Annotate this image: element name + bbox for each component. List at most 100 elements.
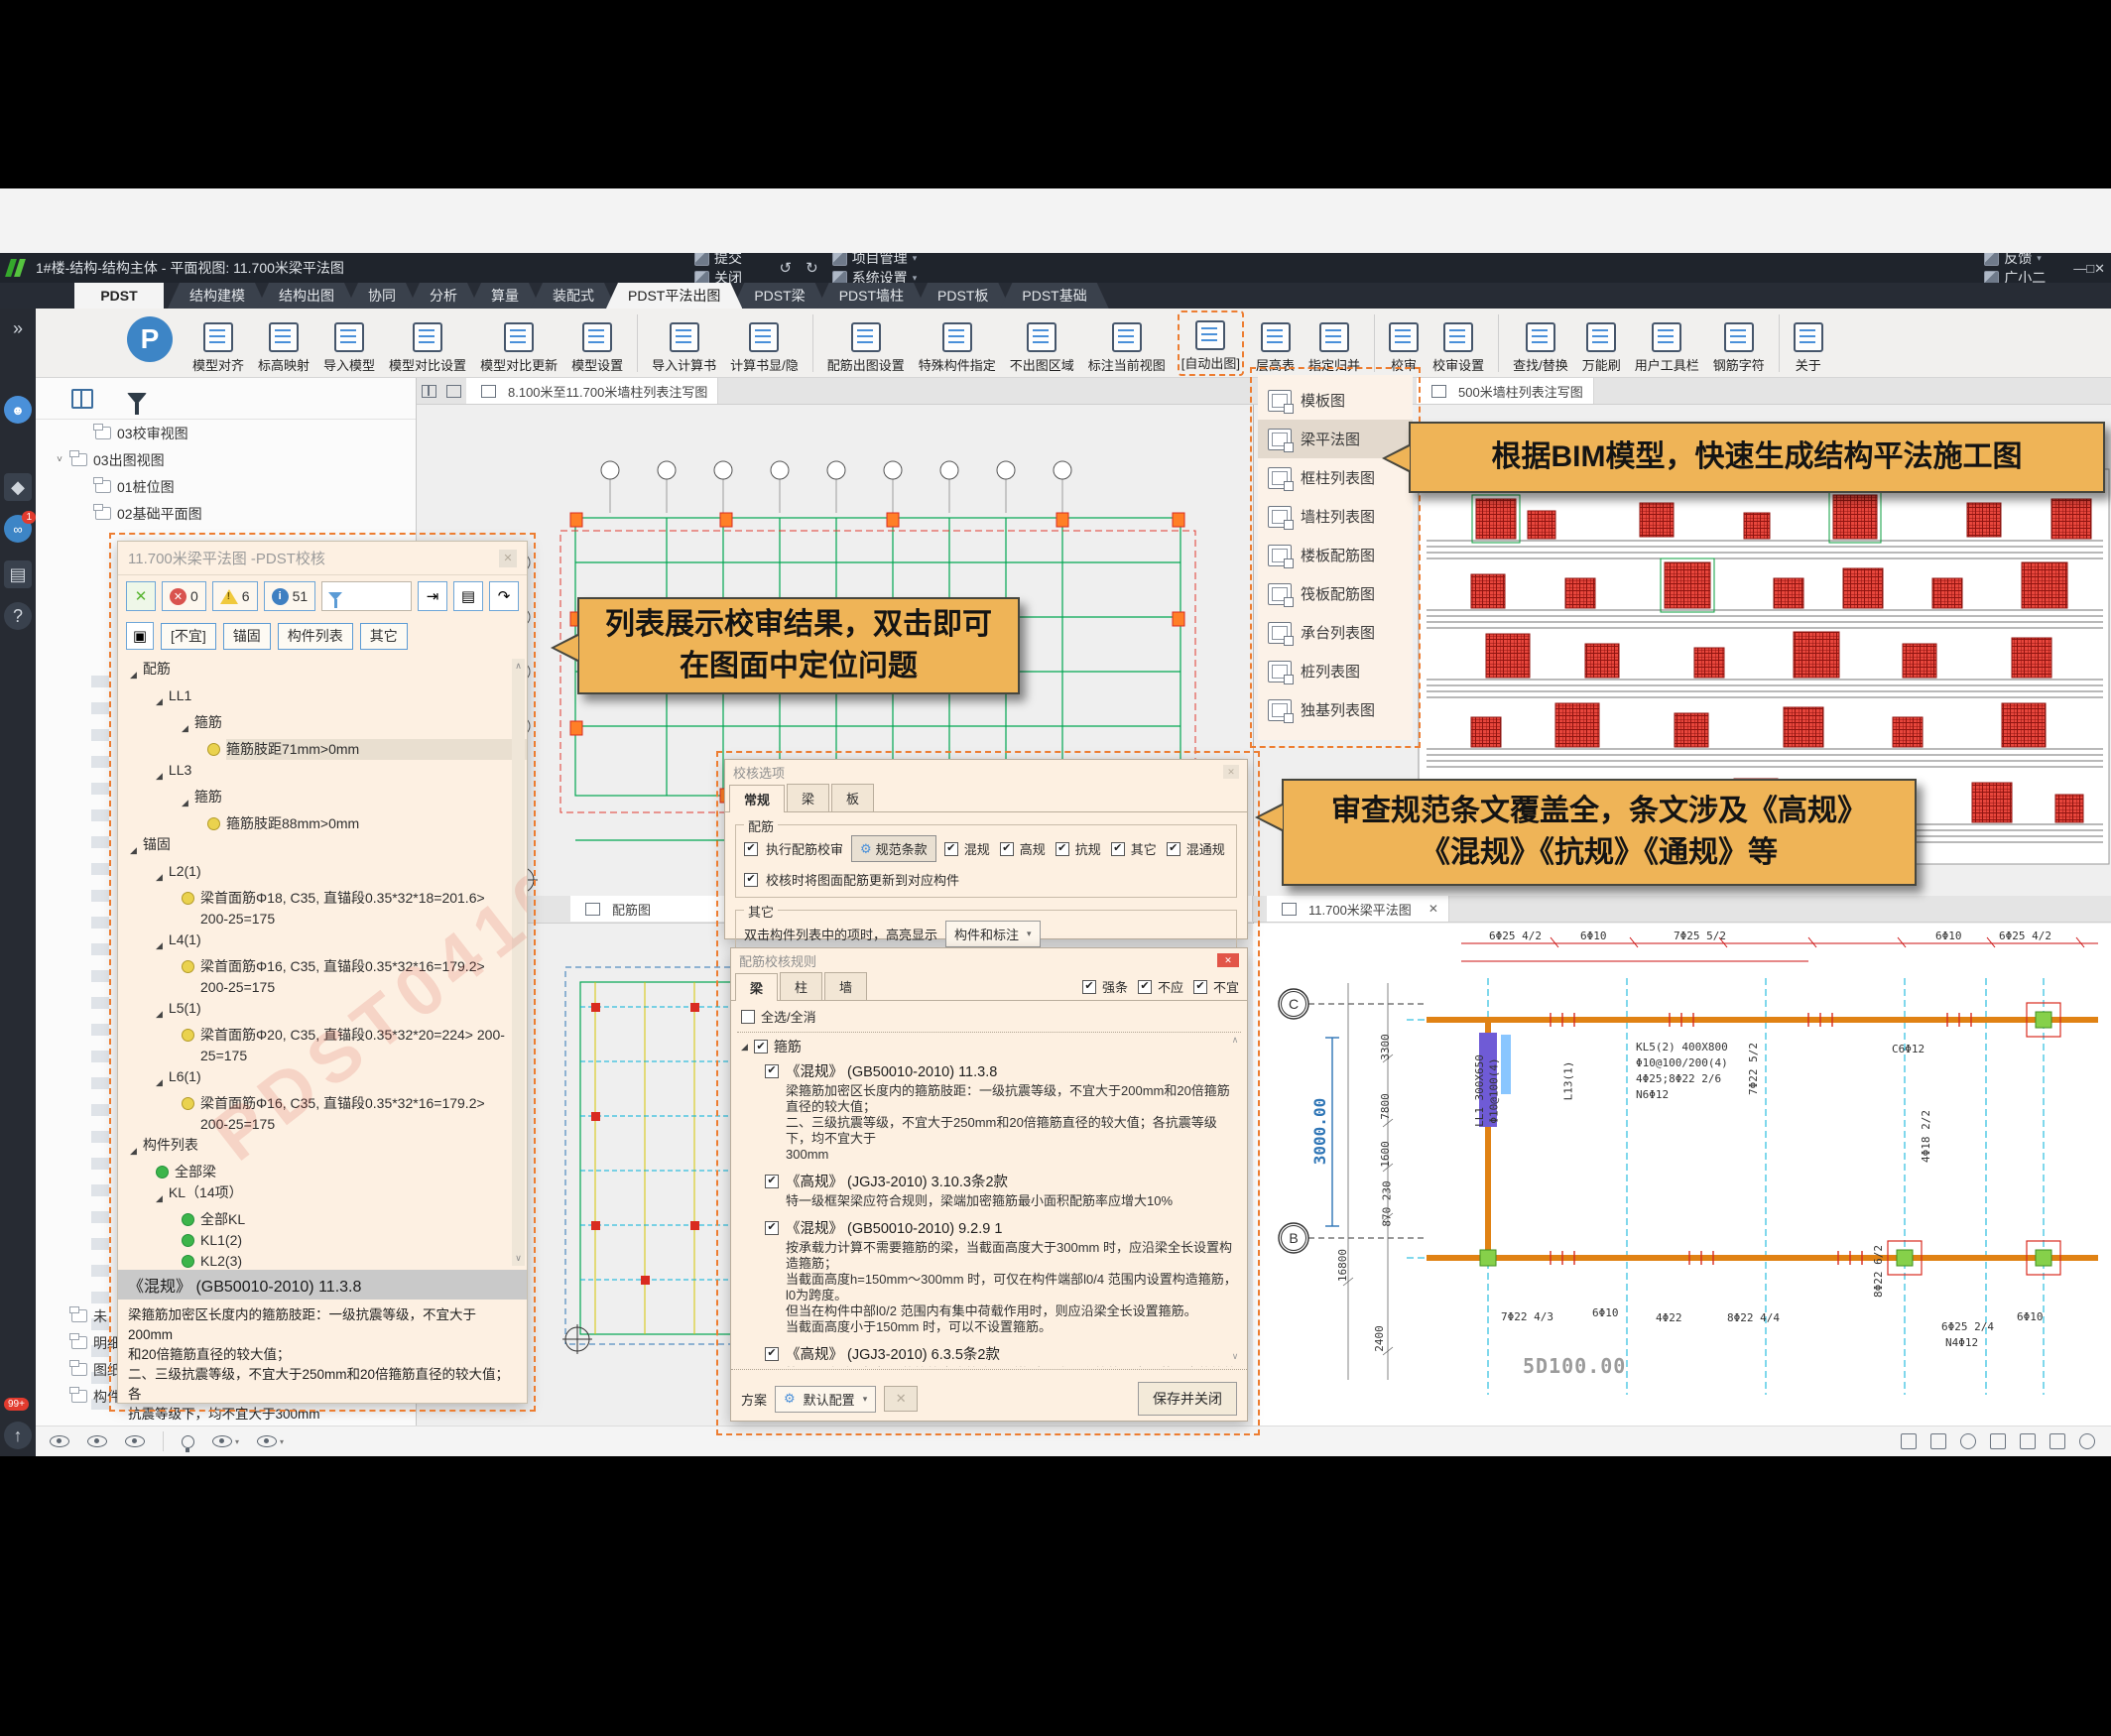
right-view-tab[interactable]: 500米墙柱列表注写图 bbox=[1417, 378, 1594, 404]
check-result-item[interactable]: KL2(3) bbox=[118, 1251, 527, 1270]
ribbon-tab[interactable]: PDST基础 bbox=[1000, 283, 1108, 309]
check-result-item[interactable]: L6(1) bbox=[118, 1066, 527, 1093]
rule-scrollbar[interactable]: ∧∨ bbox=[1229, 1035, 1241, 1362]
ribbon-button[interactable] bbox=[637, 314, 638, 372]
link-tool-icon[interactable] bbox=[1901, 1433, 1917, 1449]
temporary-isolate-icon[interactable] bbox=[182, 1435, 194, 1448]
check-result-item[interactable]: 梁首面筋Φ16, C35, 直锚段0.35*32*16=179.2> 200-2… bbox=[118, 1093, 527, 1135]
ribbon-button[interactable]: 模型对齐 bbox=[190, 310, 246, 376]
hide-element-icon[interactable] bbox=[50, 1435, 69, 1447]
dialog-tab[interactable]: 梁 bbox=[787, 784, 829, 811]
code-checkbox[interactable]: 高规 bbox=[1000, 839, 1046, 858]
ribbon-button[interactable]: 标高映射 bbox=[256, 310, 311, 376]
rule-item[interactable]: 《高规》 (JGJ3-2010) 3.10.3条2款 特一级框架梁应符合规则，梁… bbox=[765, 1171, 1237, 1209]
code-checkbox[interactable]: 抗规 bbox=[1056, 839, 1101, 858]
check-result-item[interactable]: 全部梁 bbox=[118, 1162, 527, 1182]
dialog-tab[interactable]: 常规 bbox=[729, 785, 785, 812]
ribbon-tab[interactable]: 装配式 bbox=[531, 283, 616, 309]
error-count-button[interactable]: ✕0 bbox=[162, 581, 206, 611]
check-result-item[interactable]: 锚固 bbox=[118, 834, 527, 861]
filter-icon[interactable] bbox=[127, 393, 147, 405]
rule-checkbox[interactable] bbox=[765, 1221, 779, 1235]
drawing-type-item[interactable]: 楼板配筋图 bbox=[1258, 536, 1413, 574]
ribbon-tab[interactable]: 算量 bbox=[469, 283, 541, 309]
check-result-item[interactable]: L2(1) bbox=[118, 861, 527, 888]
ribbon-button[interactable]: 校审 bbox=[1387, 310, 1421, 376]
check-result-item[interactable]: 梁首面筋Φ16, C35, 直锚段0.35*32*16=179.2> 200-2… bbox=[118, 956, 527, 998]
ribbon-button[interactable]: 关于 bbox=[1792, 310, 1825, 376]
drawing-type-item[interactable]: 筏板配筋图 bbox=[1258, 574, 1413, 613]
drawing-type-item[interactable]: 模板图 bbox=[1258, 381, 1413, 420]
ribbon-button[interactable]: [自动出图] bbox=[1178, 310, 1244, 376]
titlebar-menu-button[interactable]: 项目管理▾ bbox=[832, 253, 918, 268]
clear-results-button[interactable]: ✕ bbox=[126, 581, 156, 611]
ribbon-button[interactable]: 查找/替换 bbox=[1511, 310, 1570, 376]
ribbon-button[interactable]: 标注当前视图 bbox=[1086, 310, 1168, 376]
filter-chip[interactable]: 其它 bbox=[360, 623, 408, 650]
tab-pdst[interactable]: PDST bbox=[74, 283, 164, 309]
check-result-item[interactable]: L4(1) bbox=[118, 930, 527, 956]
chain-tool-icon[interactable] bbox=[1960, 1433, 1976, 1449]
save-close-button[interactable]: 保存并关闭 bbox=[1138, 1382, 1237, 1416]
check-result-item[interactable]: LL3 bbox=[118, 760, 527, 787]
display-settings-dropdown[interactable]: ▾ bbox=[257, 1435, 284, 1447]
check-result-item[interactable]: 构件列表 bbox=[118, 1135, 527, 1162]
check-result-item[interactable]: 箍筋肢距88mm>0mm bbox=[118, 813, 527, 834]
document-icon[interactable]: ▤ bbox=[4, 560, 32, 588]
ribbon-button[interactable]: 计算书显/隐 bbox=[728, 310, 801, 376]
display-mode-dropdown[interactable]: ▾ bbox=[212, 1435, 239, 1447]
dialog-tab[interactable]: 板 bbox=[831, 784, 874, 811]
model-cube-icon[interactable]: ◆ bbox=[4, 473, 32, 501]
window-control-button[interactable]: ✕ bbox=[2094, 261, 2105, 276]
filter-chip[interactable]: [不宜] bbox=[161, 623, 216, 650]
crop-tool-icon[interactable] bbox=[2020, 1433, 2036, 1449]
rule-group[interactable]: ◢箍筋 bbox=[741, 1037, 1237, 1056]
ribbon-tab[interactable]: PDST板 bbox=[916, 283, 1010, 309]
columns-icon[interactable] bbox=[71, 389, 93, 409]
window-control-button[interactable]: □ bbox=[2086, 261, 2094, 276]
grid-tool-icon[interactable] bbox=[1930, 1433, 1946, 1449]
ribbon-tab[interactable]: 结构建模 bbox=[168, 283, 267, 309]
rule-item[interactable]: 《混规》 (GB50010-2010) 9.2.9 1 按承载力计算不需要箍筋的… bbox=[765, 1217, 1237, 1335]
code-checkbox[interactable]: 其它 bbox=[1111, 839, 1157, 858]
dialog-tab[interactable]: 墙 bbox=[824, 972, 867, 1000]
ribbon-tab[interactable]: 协同 bbox=[346, 283, 418, 309]
report-button[interactable]: ▤ bbox=[453, 581, 483, 611]
rule-checkbox[interactable] bbox=[765, 1064, 779, 1078]
ribbon-button[interactable]: 导入计算书 bbox=[650, 310, 718, 376]
ribbon-tab[interactable]: PDST平法出图 bbox=[606, 283, 742, 309]
check-result-item[interactable]: 梁首面筋Φ20, C35, 直锚段0.35*32*20=224> 200-25=… bbox=[118, 1025, 527, 1066]
close-icon[interactable]: ✕ bbox=[499, 550, 517, 567]
dialog-titlebar[interactable]: 配筋校核规则✕ bbox=[731, 948, 1247, 972]
code-checkbox[interactable]: 混通规 bbox=[1167, 839, 1225, 858]
info-count-button[interactable]: i51 bbox=[264, 581, 316, 611]
hide-category-icon[interactable] bbox=[87, 1435, 107, 1447]
severity-checkbox[interactable]: 不应 bbox=[1138, 977, 1183, 996]
beam-plan-view[interactable]: CB6Φ25 4/26Φ107Φ25 5/26Φ106Φ25 4/2KL5(2)… bbox=[1253, 924, 2111, 1426]
ribbon-button[interactable]: 特殊构件指定 bbox=[917, 310, 998, 376]
warning-count-button[interactable]: 6 bbox=[212, 581, 258, 611]
ribbon-button[interactable]: 模型设置 bbox=[569, 310, 625, 376]
drawing-type-item[interactable]: 桩列表图 bbox=[1258, 652, 1413, 690]
rule-checkbox[interactable] bbox=[765, 1175, 779, 1188]
center-view-tab[interactable]: 8.100米至11.700米墙柱列表注写图 bbox=[466, 378, 718, 404]
ribbon-button[interactable]: 层高表 bbox=[1254, 310, 1297, 376]
ribbon-tab[interactable]: PDST墙柱 bbox=[817, 283, 926, 309]
zoom-tool-icon[interactable] bbox=[2079, 1433, 2095, 1449]
ribbon-tab[interactable]: 分析 bbox=[408, 283, 479, 309]
drawing-type-item[interactable]: 独基列表图 bbox=[1258, 690, 1413, 729]
check-result-item[interactable]: 箍筋肢距71mm>0mm bbox=[118, 739, 527, 760]
ribbon-button[interactable]: 指定归并 bbox=[1306, 310, 1362, 376]
ribbon-button[interactable]: 钢筋字符 bbox=[1711, 310, 1767, 376]
check-result-item[interactable]: 梁首面筋Φ18, C35, 直锚段0.35*32*18=201.6> 200-2… bbox=[118, 888, 527, 930]
box-tool-icon[interactable] bbox=[1990, 1433, 2006, 1449]
preset-select[interactable]: ⚙默认配置▾ bbox=[775, 1386, 876, 1413]
check-result-item[interactable]: 箍筋 bbox=[118, 712, 527, 739]
tree-item[interactable]: ˅02基础平面图 bbox=[36, 500, 416, 527]
layout-grid-icon[interactable] bbox=[422, 385, 436, 398]
support-chat-icon[interactable]: ☻ bbox=[4, 396, 32, 424]
check-result-item[interactable]: KL1(2) bbox=[118, 1230, 527, 1251]
ribbon-button[interactable]: 万能刷 bbox=[1580, 310, 1623, 376]
titlebar-link-button[interactable]: 反馈▾ bbox=[1984, 253, 2059, 268]
cloud-sync-button[interactable]: ↷ bbox=[489, 581, 519, 611]
